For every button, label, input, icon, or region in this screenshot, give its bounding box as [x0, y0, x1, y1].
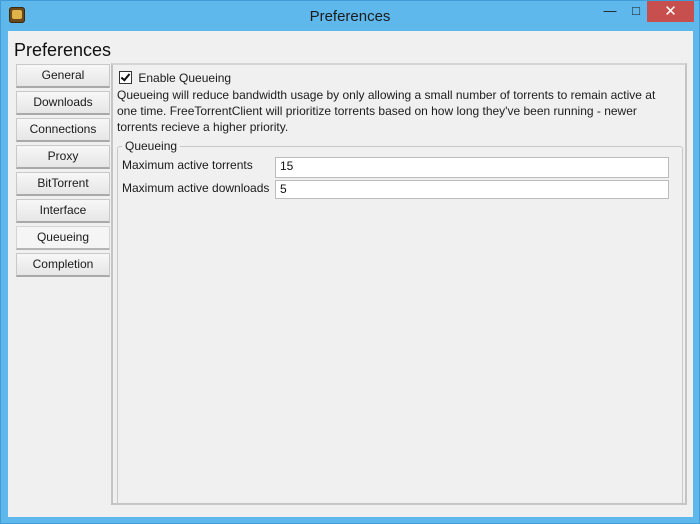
- max-active-downloads-input[interactable]: 5: [275, 180, 669, 199]
- minimize-button[interactable]: —: [597, 1, 623, 22]
- tab-list: General Downloads Connections Proxy BitT…: [16, 64, 110, 280]
- max-active-torrents-label: Maximum active torrents: [122, 158, 253, 172]
- queueing-description: Queueing will reduce bandwidth usage by …: [117, 88, 656, 134]
- enable-queueing-checkbox-row[interactable]: Enable Queueing: [119, 69, 231, 85]
- max-active-downloads-label: Maximum active downloads: [122, 181, 270, 195]
- tab-bittorrent[interactable]: BitTorrent: [16, 172, 110, 196]
- enable-queueing-checkbox[interactable]: [119, 71, 132, 85]
- tab-connections[interactable]: Connections: [16, 118, 110, 142]
- tab-general[interactable]: General: [16, 64, 110, 88]
- client-area: Preferences General Downloads Connection…: [8, 31, 693, 517]
- preferences-window: Preferences — □ ✕ Preferences General Do…: [0, 0, 700, 524]
- max-active-torrents-input[interactable]: 15: [275, 157, 669, 178]
- maximize-button[interactable]: □: [623, 1, 649, 22]
- window-title: Preferences: [309, 8, 391, 25]
- tab-interface[interactable]: Interface: [16, 199, 110, 223]
- tab-downloads[interactable]: Downloads: [16, 91, 110, 115]
- close-button[interactable]: ✕: [647, 1, 694, 22]
- queueing-panel: Enable Queueing Queueing will reduce ban…: [111, 63, 687, 505]
- queueing-group: Queueing Maximum active torrents 15 Maxi…: [117, 139, 683, 505]
- queueing-group-title: Queueing: [122, 139, 181, 153]
- enable-queueing-label[interactable]: Enable Queueing: [138, 70, 231, 86]
- title-bar[interactable]: Preferences — □ ✕: [1, 1, 699, 31]
- tab-completion[interactable]: Completion: [16, 253, 110, 277]
- tab-proxy[interactable]: Proxy: [16, 145, 110, 169]
- tab-queueing[interactable]: Queueing: [16, 226, 110, 250]
- page-title: Preferences: [14, 40, 112, 60]
